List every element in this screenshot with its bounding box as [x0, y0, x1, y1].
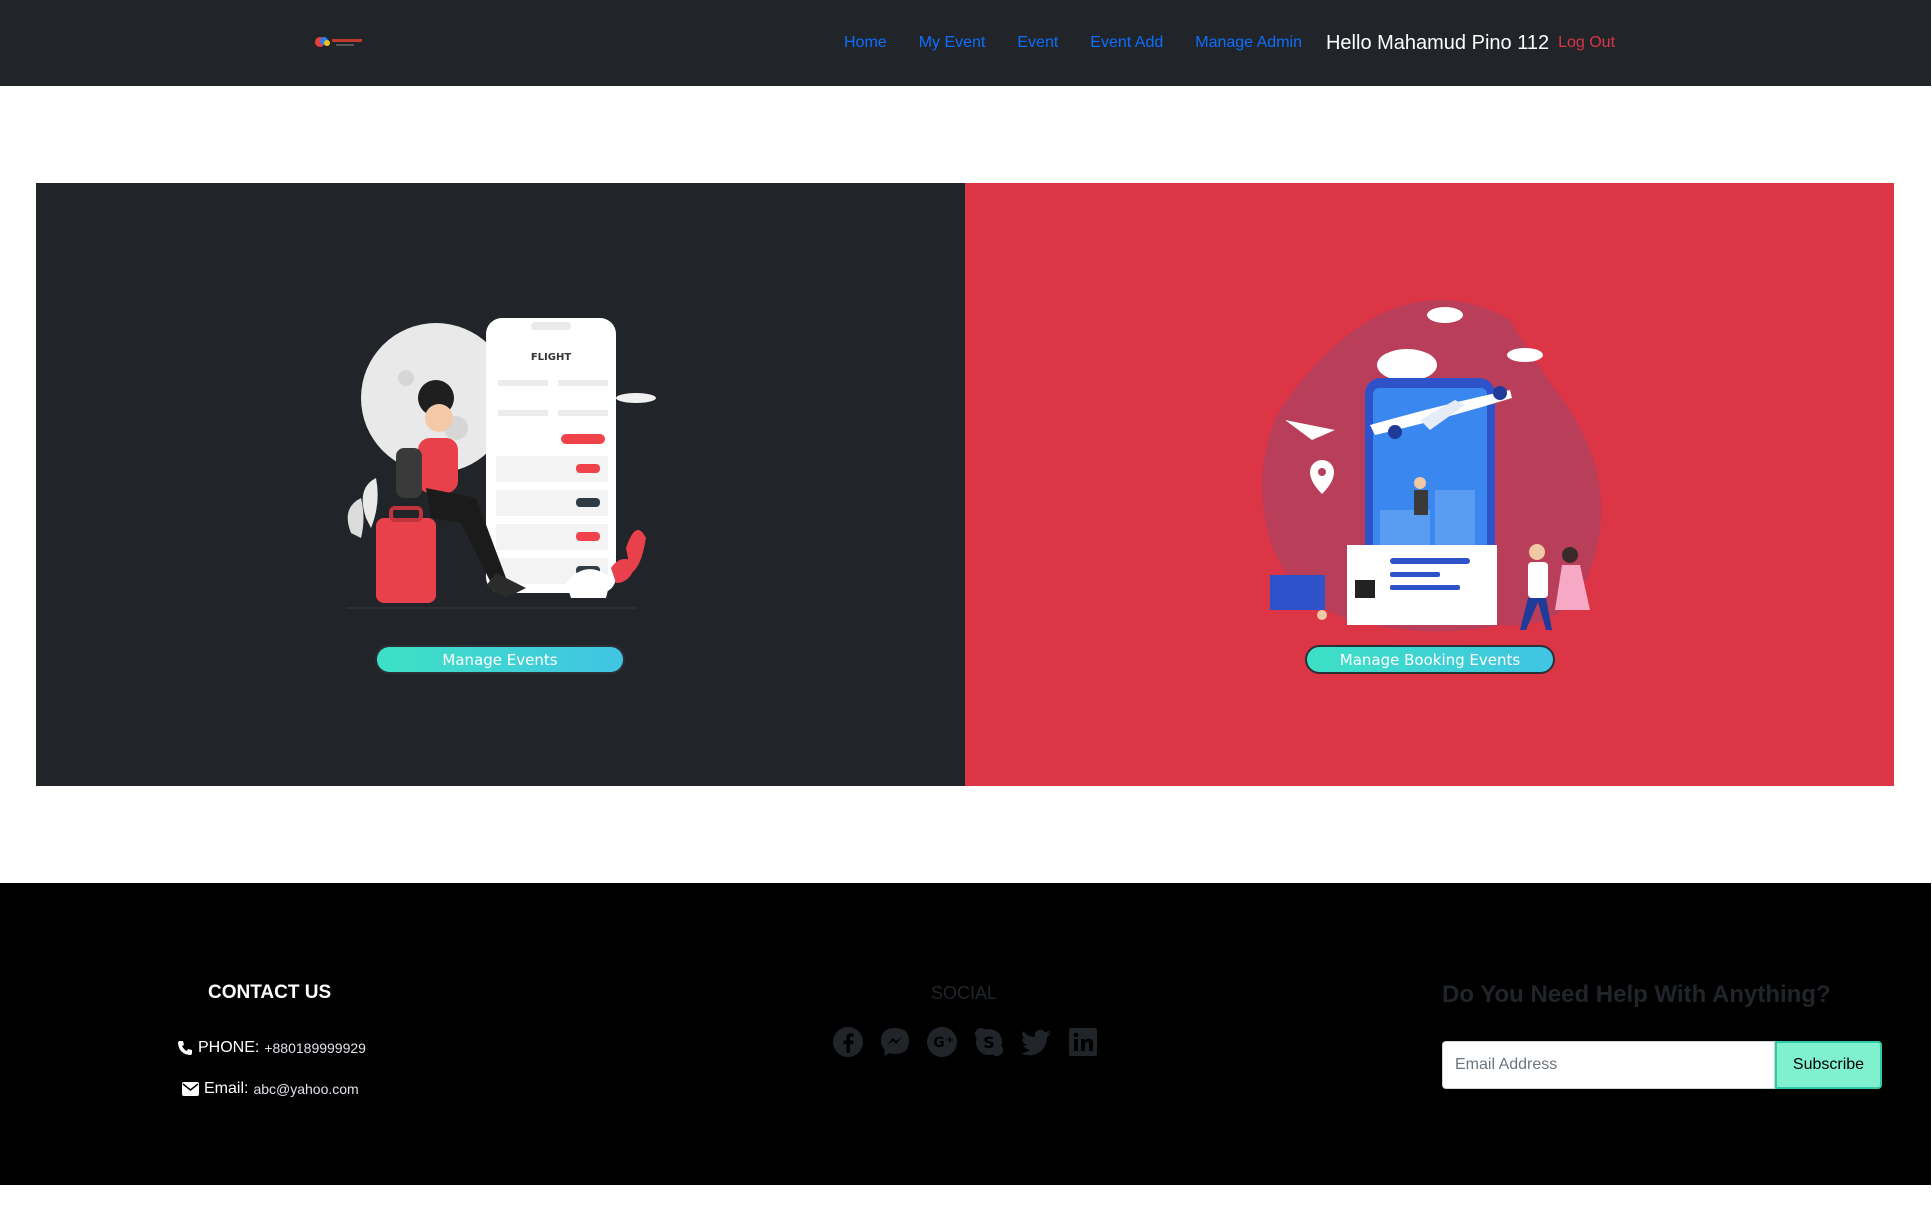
- manage-events-button[interactable]: Manage Events: [375, 645, 625, 674]
- flight-booking-illustration: FLIGHT: [346, 318, 656, 609]
- nav-manage-admin[interactable]: Manage Admin: [1195, 34, 1302, 52]
- email-label: Email:: [204, 1080, 249, 1097]
- travel-phone-illustration: [1262, 300, 1602, 632]
- footer: CONTACT US PHONE: +880189999929 Email: a…: [0, 883, 1931, 1185]
- svg-text:G: G: [933, 1035, 945, 1051]
- svg-text:FLIGHT: FLIGHT: [531, 352, 572, 363]
- phone-row: PHONE: +880189999929: [177, 1039, 366, 1057]
- twitter-icon[interactable]: [1019, 1025, 1053, 1059]
- skype-icon[interactable]: S: [972, 1025, 1006, 1059]
- contact-title: CONTACT US: [208, 982, 332, 1003]
- brand-logo[interactable]: [314, 33, 370, 51]
- facebook-icon[interactable]: [831, 1025, 865, 1059]
- nav-home[interactable]: Home: [844, 34, 887, 52]
- phone-label: PHONE:: [198, 1039, 260, 1056]
- email-row: Email: abc@yahoo.com: [182, 1080, 359, 1098]
- subscribe-email-input[interactable]: [1442, 1041, 1775, 1089]
- envelope-icon: [182, 1082, 199, 1096]
- nav-my-event[interactable]: My Event: [919, 34, 986, 52]
- messenger-icon[interactable]: [878, 1025, 912, 1059]
- help-title: Do You Need Help With Anything?: [1442, 981, 1831, 1008]
- nav-links: Home My Event Event Event Add Manage Adm…: [844, 0, 1615, 86]
- navbar: Home My Event Event Event Add Manage Adm…: [0, 0, 1931, 86]
- social-icons: G + S: [831, 1025, 1113, 1059]
- linkedin-icon[interactable]: [1066, 1025, 1100, 1059]
- logout-link[interactable]: Log Out: [1558, 34, 1615, 52]
- phone-icon: [178, 1041, 192, 1055]
- nav-event[interactable]: Event: [1017, 34, 1058, 52]
- nav-event-add[interactable]: Event Add: [1090, 34, 1163, 52]
- svg-text:S: S: [983, 1033, 995, 1052]
- phone-value: +880189999929: [264, 1040, 366, 1056]
- manage-events-panel: FLIGHT Manage Events: [36, 183, 965, 786]
- email-value: abc@yahoo.com: [253, 1081, 359, 1097]
- admin-panels: FLIGHT Manage Events Manage Booking Even…: [36, 183, 1894, 786]
- subscribe-button[interactable]: Subscribe: [1775, 1041, 1882, 1089]
- user-greeting: Hello Mahamud Pino 112: [1325, 31, 1550, 54]
- manage-booking-events-button[interactable]: Manage Booking Events: [1305, 645, 1555, 674]
- svg-text:+: +: [946, 1035, 954, 1046]
- google-plus-icon[interactable]: G +: [925, 1025, 959, 1059]
- manage-booking-events-panel: Manage Booking Events: [965, 183, 1894, 786]
- social-title: SOCIAL: [931, 983, 998, 1003]
